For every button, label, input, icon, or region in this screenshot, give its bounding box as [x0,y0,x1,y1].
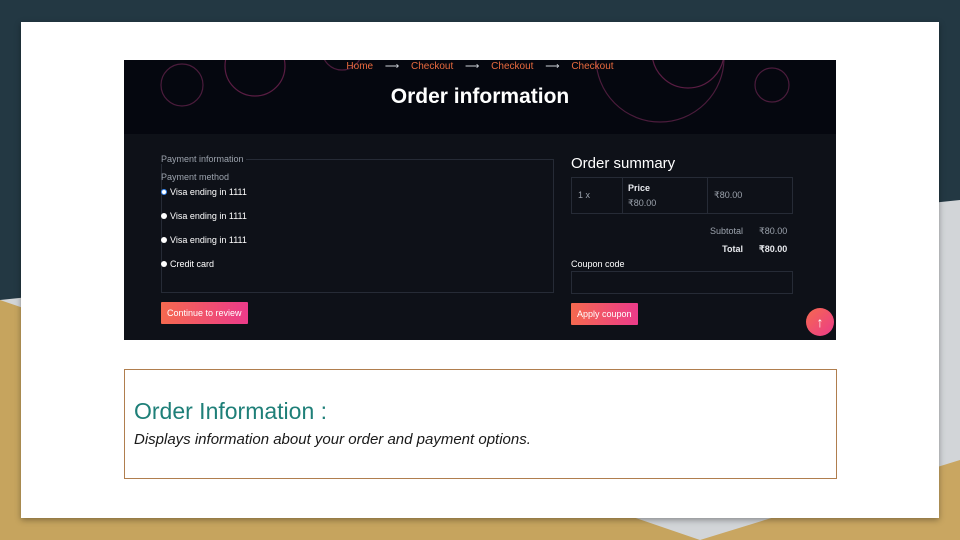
breadcrumb-checkout[interactable]: Checkout [491,61,533,72]
continue-to-review-button[interactable]: Continue to review [161,302,248,324]
total-value: ₹80.00 [759,244,788,254]
caption-title: Order Information : [134,398,328,424]
breadcrumb-checkout[interactable]: Checkout [411,61,453,72]
subtotal-value: ₹80.00 [759,226,788,236]
order-summary-title: Order summary [571,155,676,172]
payment-option-visa-1[interactable]: Visa ending in 1111 [161,187,247,197]
coupon-code-input[interactable] [571,271,793,294]
breadcrumb-separator: ⟶ [465,61,480,72]
item-line-total: ₹80.00 [714,190,743,200]
price-header: Price [628,183,651,193]
breadcrumb-checkout[interactable]: Checkout [571,61,613,72]
radio-icon[interactable] [161,213,167,219]
item-price: ₹80.00 [628,198,657,208]
order-summary-table: 1 x Price ₹80.00 ₹80.00 [571,177,793,214]
table-cell-price: Price ₹80.00 [623,178,708,213]
item-qty: 1 x [578,190,591,200]
payment-option-label: Visa ending in 1111 [170,235,247,245]
total-label: Total [722,244,743,254]
page-title: Order information [390,85,570,108]
page-header: Home ⟶ Checkout ⟶ Checkout ⟶ Checkout Or… [124,60,836,134]
subtotal-label: Subtotal [709,226,743,236]
payment-method-label: Payment method [161,172,230,182]
breadcrumb: Home ⟶ Checkout ⟶ Checkout ⟶ Checkout [124,61,836,72]
breadcrumb-separator: ⟶ [545,61,560,72]
coupon-code-label: Coupon code [571,259,625,269]
payment-option-visa-2[interactable]: Visa ending in 1111 [161,211,247,221]
scroll-to-top-button[interactable]: ↑ [806,308,834,336]
apply-coupon-button[interactable]: Apply coupon [571,303,638,325]
table-cell-qty: 1 x [572,178,623,213]
payment-option-visa-3[interactable]: Visa ending in 1111 [161,235,247,245]
payment-option-label: Visa ending in 1111 [170,211,247,221]
payment-section-label: Payment information [161,154,246,164]
caption-text: Displays information about your order an… [134,431,531,448]
arrow-up-icon: ↑ [816,314,824,330]
caption-box: Order Information : Displays information… [124,369,837,479]
payment-option-credit-card[interactable]: Credit card [161,259,214,269]
radio-icon[interactable] [161,237,167,243]
radio-icon[interactable] [161,261,167,267]
checkout-screenshot: Home ⟶ Checkout ⟶ Checkout ⟶ Checkout Or… [124,60,836,340]
breadcrumb-home[interactable]: Home [346,61,373,72]
radio-selected-icon[interactable] [161,189,167,195]
breadcrumb-separator: ⟶ [384,61,400,72]
payment-option-label: Credit card [170,259,215,269]
payment-option-label: Visa ending in 1111 [170,187,247,197]
table-cell-line-total: ₹80.00 [708,178,792,213]
